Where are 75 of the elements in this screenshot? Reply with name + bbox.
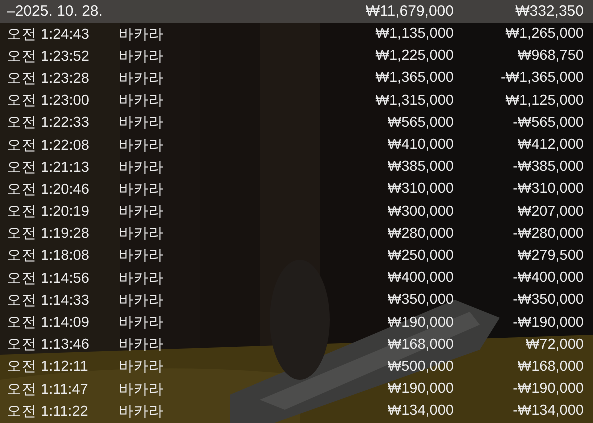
table-cell-text: 바카라: [119, 92, 165, 110]
table-cell-text: -₩190,000: [512, 314, 584, 331]
table-cell-text: ₩412,000: [516, 137, 584, 154]
table-cell-text: 오전 1:14:09: [7, 314, 90, 332]
table-cell-text: -₩565,000: [512, 114, 584, 131]
table-cell-text: 오전 1:19:28: [7, 225, 90, 244]
table-cell-text: ₩250,000: [386, 248, 454, 264]
table-cell-text: 바카라: [119, 26, 165, 44]
table-cell-text: 바카라: [119, 380, 165, 399]
table-cell-text: -₩190,000: [512, 381, 584, 398]
table-cell-text: 오전 1:12:11: [7, 358, 90, 376]
table-cell-text: 바카라: [119, 48, 165, 66]
table-cell-text: ₩168,000: [386, 336, 454, 353]
table-cell-text: ₩1,135,000: [374, 26, 454, 42]
table-cell-text: ₩500,000: [386, 358, 454, 375]
table-cell-text: 오전 1:20:19: [7, 203, 90, 222]
table-cell-text: 바카라: [119, 270, 165, 288]
table-cell-text: ₩168,000: [516, 358, 584, 375]
table-cell-text: 바카라: [119, 70, 165, 88]
table-cell-text: ₩190,000: [386, 314, 454, 331]
table-cell-text: 바카라: [119, 358, 165, 376]
table-cell-text: 바카라: [119, 158, 165, 177]
table-cell-text: ₩1,315,000: [374, 92, 454, 109]
table-cell-text: 바카라: [119, 136, 165, 155]
table-cell-text: 오전 1:14:33: [7, 292, 90, 310]
table-cell-text: ₩134,000: [386, 403, 454, 420]
table-cell-text: 바카라: [119, 203, 165, 222]
table-cell-text: -₩310,000: [512, 181, 584, 198]
table-cell-text: ₩1,225,000: [374, 48, 454, 64]
table-cell-text: ₩565,000: [386, 114, 454, 131]
table-cell-text: -₩400,000: [512, 270, 584, 286]
table-cell-text: 오전 1:21:13: [7, 158, 90, 177]
table-cell-text: 오전 1:23:00: [7, 92, 90, 110]
table-cell-text: ₩310,000: [386, 181, 454, 198]
total-result: ₩332,350: [514, 3, 584, 20]
table-cell-text: ₩400,000: [386, 270, 454, 286]
table-cell-text: ₩350,000: [386, 292, 454, 308]
table-cell-text: 바카라: [119, 225, 165, 244]
table-cell-text: -₩385,000: [512, 159, 584, 176]
table-cell-text: ₩1,125,000: [504, 92, 584, 109]
table-cell-text: ₩968,750: [516, 48, 584, 64]
table-cell-text: 오전 1:22:33: [7, 114, 90, 132]
table-cell-text: ₩410,000: [386, 137, 454, 154]
table-cell-text: 오전 1:13:46: [7, 336, 90, 354]
table-cell-text: 오전 1:18:08: [7, 247, 90, 266]
table-cell-text: ₩207,000: [516, 204, 584, 220]
table-cell-text: 바카라: [119, 114, 165, 132]
table-cell-text: ₩300,000: [386, 204, 454, 220]
table-cell-text: 오전 1:20:46: [7, 180, 90, 199]
table-cell-text: 바카라: [119, 336, 165, 354]
table-cell-text: 오전 1:23:28: [7, 70, 90, 88]
table-cell-text: 오전 1:11:22: [7, 402, 90, 421]
table-cell-text: 오전 1:22:08: [7, 136, 90, 155]
table-cell-text: ₩72,000: [524, 336, 584, 353]
table-cell-text: -₩1,365,000: [500, 70, 584, 86]
table-cell-text: ₩385,000: [386, 159, 454, 176]
total-bet: ₩11,679,000: [364, 3, 454, 20]
table-cell-text: 바카라: [119, 402, 165, 421]
table-cell-text: ₩279,500: [516, 248, 584, 264]
table-cell-text: ₩1,265,000: [504, 26, 584, 42]
table-cell-text: 바카라: [119, 247, 165, 266]
table-cell-text: 바카라: [119, 180, 165, 199]
table-cell-text: ₩280,000: [386, 226, 454, 242]
table-cell-text: -₩280,000: [512, 226, 584, 242]
table-cell-text: ₩190,000: [386, 381, 454, 398]
table-cell-text: 바카라: [119, 314, 165, 332]
table-cell-text: -₩350,000: [512, 292, 584, 308]
table-cell-text: ₩1,365,000: [374, 70, 454, 86]
table-cell-text: 오전 1:23:52: [7, 48, 90, 66]
table-cell-text: -₩134,000: [512, 403, 584, 420]
table-cell-text: 오전 1:14:56: [7, 270, 90, 288]
table-cell-text: 오전 1:24:43: [7, 26, 90, 44]
table-cell-text: 오전 1:11:47: [7, 380, 90, 399]
table-cell-text: 바카라: [119, 292, 165, 310]
date-label: –2025. 10. 28.: [7, 3, 104, 20]
